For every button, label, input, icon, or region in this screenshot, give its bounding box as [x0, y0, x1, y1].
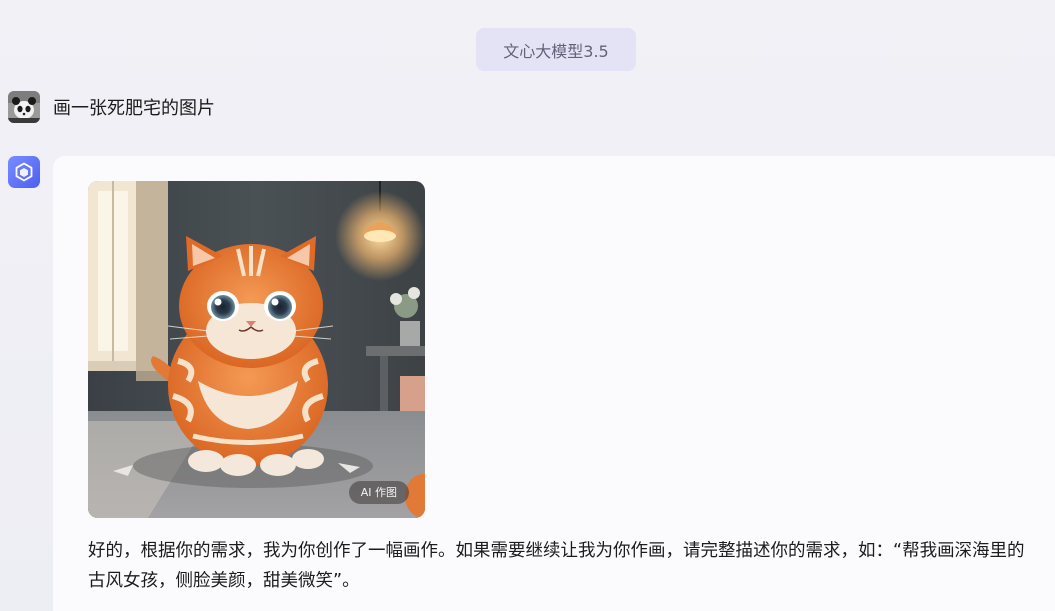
user-message-text: 画一张死肥宅的图片	[53, 98, 215, 119]
model-version-label: 文心大模型3.5	[503, 41, 609, 61]
orange-tabby-cat-image	[88, 181, 425, 518]
panda-avatar-icon	[8, 91, 40, 123]
user-message-row: 画一张死肥宅的图片	[8, 91, 215, 123]
user-avatar[interactable]	[8, 91, 40, 123]
chat-page: 文心大模型3.5 画一张死肥宅的图片 AI 作图 好的，根据你的需求，我为你创作…	[0, 0, 1055, 611]
ai-generated-tag: AI 作图	[348, 481, 409, 504]
generated-image[interactable]: AI 作图	[88, 181, 425, 518]
ernie-cube-logo-icon	[15, 162, 33, 182]
bot-response-card: AI 作图 好的，根据你的需求，我为你创作了一幅画作。如果需要继续让我为你作画，…	[53, 156, 1055, 611]
bot-avatar	[8, 156, 40, 188]
bot-reply-text: 好的，根据你的需求，我为你创作了一幅画作。如果需要继续让我为你作画，请完整描述你…	[88, 541, 1025, 591]
model-version-badge: 文心大模型3.5	[476, 28, 636, 71]
